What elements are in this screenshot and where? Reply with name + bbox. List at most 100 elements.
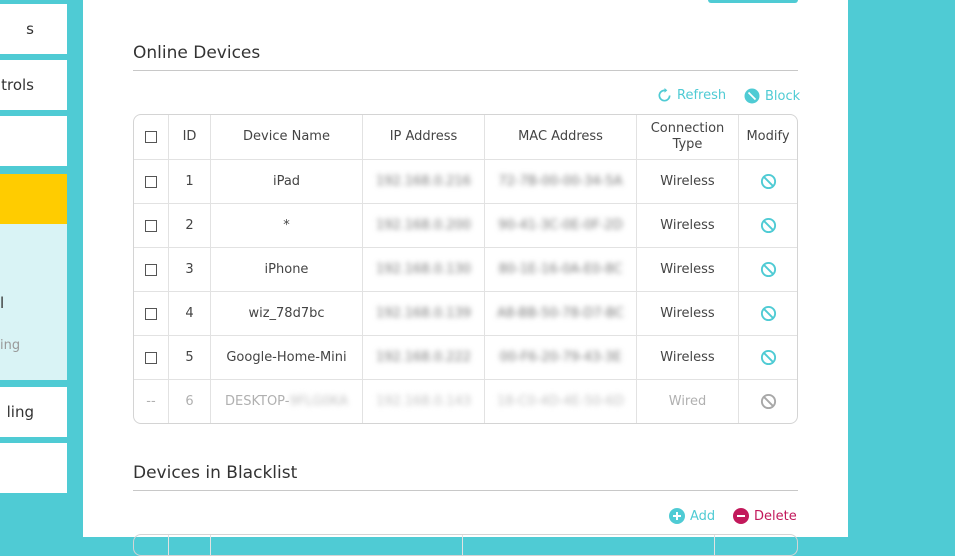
column-divider [168, 535, 169, 555]
row-select[interactable] [134, 160, 168, 203]
block-icon [760, 217, 776, 234]
sidebar-item-3[interactable] [0, 116, 67, 166]
ip-value: 192.168.0.200 [375, 217, 472, 233]
mac-value: 90-41-3C-0E-0F-2D [498, 217, 623, 233]
sidebar-item-label: s [26, 20, 34, 38]
device-connection: Wireless [636, 160, 738, 203]
submenu-item-2[interactable]: ing [0, 338, 20, 353]
mac-value: A8-BB-50-78-D7-BC [497, 305, 624, 321]
refresh-label: Refresh [677, 88, 727, 103]
block-icon [760, 305, 776, 322]
device-ip: 192.168.0.222 [362, 336, 484, 379]
row-checkbox[interactable] [145, 351, 157, 364]
row-checkbox[interactable] [145, 263, 157, 276]
block-icon [760, 173, 776, 190]
mac-value: 72-7B-00-00-34-5A [498, 173, 623, 189]
table-row: 4 wiz_78d7bc 192.168.0.139 A8-BB-50-78-D… [134, 291, 797, 335]
device-mac: 80-1E-16-0A-E0-8C [484, 248, 636, 291]
ip-value: 192.168.0.130 [375, 261, 472, 277]
device-id: 3 [168, 248, 210, 291]
sidebar-item-label: trols [1, 76, 34, 94]
sidebar-item-7[interactable] [0, 443, 67, 493]
table-header: ID Device Name IP Address MAC Address Co… [134, 115, 797, 159]
sidebar-item-active[interactable] [0, 174, 67, 224]
refresh-button[interactable]: Refresh [657, 88, 726, 103]
device-name: iPad [210, 160, 362, 203]
device-ip: 192.168.0.200 [362, 204, 484, 247]
device-id: 1 [168, 160, 210, 203]
select-all-checkbox[interactable] [145, 131, 157, 143]
row-select[interactable] [134, 204, 168, 247]
row-select[interactable] [134, 336, 168, 379]
block-icon [760, 393, 776, 410]
row-checkbox[interactable] [145, 219, 157, 232]
mac-value: 00-F6-20-79-43-3E [499, 349, 622, 365]
modify-block-button[interactable] [738, 204, 797, 247]
top-button-edge[interactable] [708, 0, 798, 3]
device-mac: 00-F6-20-79-43-3E [484, 336, 636, 379]
table-row: 1 iPad 192.168.0.216 72-7B-00-00-34-5A W… [134, 159, 797, 203]
modify-block-button-disabled [738, 380, 797, 423]
device-id: 4 [168, 292, 210, 335]
row-checkbox[interactable] [145, 175, 157, 188]
column-divider [714, 535, 715, 555]
device-ip: 192.168.0.143 [362, 380, 484, 423]
device-mac: A8-BB-50-78-D7-BC [484, 292, 636, 335]
modify-block-button[interactable] [738, 292, 797, 335]
sidebar: s trols l ing ling [0, 0, 67, 537]
header-ip-address: IP Address [362, 115, 484, 159]
column-divider [210, 535, 211, 555]
modify-block-button[interactable] [738, 248, 797, 291]
modify-block-button[interactable] [738, 336, 797, 379]
main-panel: Online Devices Refresh Block ID Device N… [83, 0, 848, 556]
header-mac-address: MAC Address [484, 115, 636, 159]
device-ip: 192.168.0.130 [362, 248, 484, 291]
sidebar-submenu: l ing [0, 224, 67, 380]
refresh-icon [658, 88, 671, 102]
modify-block-button[interactable] [738, 160, 797, 203]
column-divider [462, 535, 463, 555]
device-mac: 18-C0-4D-4E-50-6D [484, 380, 636, 423]
blacklist-table [133, 534, 798, 556]
table-row: 2 * 192.168.0.200 90-41-3C-0E-0F-2D Wire… [134, 203, 797, 247]
delete-button[interactable]: Delete [733, 508, 797, 524]
device-name: DESKTOP- 9FLG0KA [210, 380, 362, 423]
nav-gap [0, 166, 67, 174]
submenu-item-1[interactable]: l [0, 294, 4, 312]
table-row: 3 iPhone 192.168.0.130 80-1E-16-0A-E0-8C… [134, 247, 797, 291]
device-connection: Wireless [636, 248, 738, 291]
sidebar-border [67, 0, 83, 537]
header-select-all[interactable] [134, 115, 168, 159]
device-id: 2 [168, 204, 210, 247]
add-button[interactable]: Add [669, 508, 715, 524]
device-connection: Wired [636, 380, 738, 423]
section-divider [133, 490, 798, 491]
device-ip: 192.168.0.139 [362, 292, 484, 335]
online-devices-title: Online Devices [133, 43, 261, 63]
block-label: Block [765, 88, 801, 104]
device-id: 5 [168, 336, 210, 379]
sidebar-item-scheduling[interactable]: ling [0, 387, 67, 437]
device-connection: Wireless [636, 204, 738, 247]
nav-gap [0, 380, 67, 387]
blacklist-title: Devices in Blacklist [133, 463, 298, 483]
sidebar-item-1[interactable]: s [0, 4, 67, 54]
nav-gap [0, 493, 67, 537]
table-row: -- 6 DESKTOP- 9FLG0KA 192.168.0.143 18-C0… [134, 379, 797, 423]
header-id: ID [168, 115, 210, 159]
device-name: * [210, 204, 362, 247]
row-select[interactable] [134, 292, 168, 335]
sidebar-item-parental-controls[interactable]: trols [0, 60, 67, 110]
online-devices-table: ID Device Name IP Address MAC Address Co… [133, 114, 798, 424]
ip-value: 192.168.0.139 [375, 305, 472, 321]
row-select[interactable] [134, 248, 168, 291]
device-name-visible: DESKTOP- [225, 393, 290, 409]
device-id: 6 [168, 380, 210, 423]
block-icon [744, 88, 760, 104]
row-select-disabled: -- [146, 393, 156, 409]
block-button[interactable]: Block [744, 88, 800, 104]
row-checkbox[interactable] [145, 307, 157, 320]
section-divider [133, 70, 798, 71]
delete-label: Delete [754, 508, 797, 524]
mac-value: 18-C0-4D-4E-50-6D [497, 393, 624, 409]
